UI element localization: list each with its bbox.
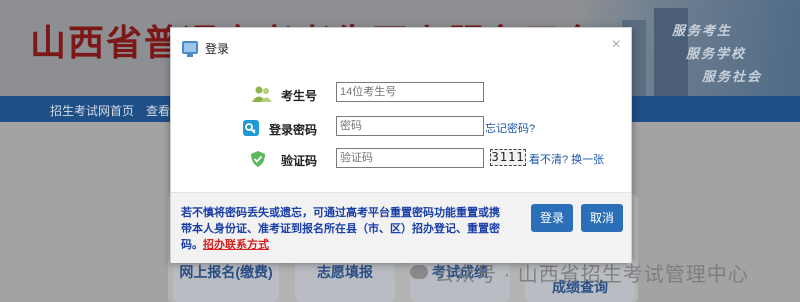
exam-id-input[interactable]: [336, 82, 484, 102]
captcha-input[interactable]: [336, 148, 484, 168]
wechat-icon: [410, 265, 428, 279]
slogan: 服务考生: [672, 23, 733, 38]
monitor-icon: [182, 41, 198, 57]
slogan: 服务社会: [702, 69, 763, 84]
exam-id-label: 考生号: [281, 89, 318, 103]
users-icon: [252, 86, 272, 102]
close-icon[interactable]: ×: [612, 36, 621, 54]
forgot-password-link[interactable]: 忘记密码?: [485, 120, 535, 136]
login-button[interactable]: 登录: [531, 204, 573, 232]
tile-registration[interactable]: 网上报名(缴费): [173, 258, 279, 302]
cancel-button[interactable]: 取消: [581, 204, 623, 232]
nav-item-home[interactable]: 招生考试网首页: [50, 102, 134, 119]
key-icon: [243, 120, 259, 136]
captcha-label: 验证码: [281, 154, 318, 168]
shield-check-icon: [251, 151, 265, 167]
watermark-text: 公众号 · 山西省招生考试管理中心: [434, 264, 749, 286]
refresh-captcha-link[interactable]: 看不清? 换一张: [529, 151, 604, 167]
password-input[interactable]: [336, 116, 484, 136]
dialog-title: 登录: [205, 42, 230, 56]
captcha-image[interactable]: 3111: [490, 149, 526, 166]
tile-volunteer[interactable]: 志愿填报: [295, 258, 395, 302]
dialog-header: 登录 ×: [171, 28, 631, 66]
login-dialog: 登录 × 考生号 登录密码 忘记密码? 验证码 3111 看不清? 换一张 若不…: [170, 27, 632, 263]
password-label: 登录密码: [269, 123, 318, 137]
nav-item-view[interactable]: 查看: [146, 102, 170, 119]
password-recovery-notice: 若不慎将密码丢失或遗忘，可通过高考平台重置密码功能重置或携带本人身份证、准考证到…: [181, 205, 507, 253]
slogan: 服务学校: [686, 46, 747, 61]
office-contact-link[interactable]: 招办联系方式: [203, 239, 269, 251]
